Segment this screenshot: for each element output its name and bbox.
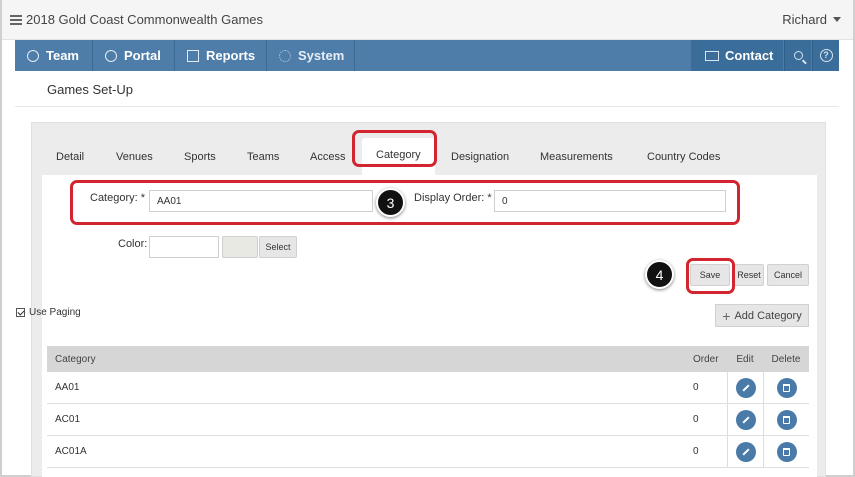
nav-item-label: Team [46,48,79,63]
nav-item-label: Reports [206,48,256,63]
table-row: AC01A 0 [47,436,809,468]
team-icon [27,49,39,62]
tab-sports[interactable]: Sports [184,151,216,163]
add-category-label: Add Category [734,309,802,322]
tab-highlight [352,130,437,167]
search-button[interactable] [784,40,811,71]
help-button[interactable]: ? [812,40,839,71]
app-title-text: 2018 Gold Coast Commonwealth Games [26,12,264,27]
pencil-icon [741,383,750,392]
trash-icon [783,383,790,392]
nav-item-system[interactable]: System [267,40,355,71]
delete-button[interactable] [776,409,797,430]
header-order[interactable]: Order [693,346,719,372]
color-input[interactable] [149,236,219,258]
page-header: Games Set-Up [15,71,839,107]
row-category: AC01A [55,446,87,457]
plus-icon: + [722,307,731,324]
chevron-down-icon [833,17,841,22]
select-color-button[interactable]: Select [259,236,297,258]
header-category[interactable]: Category [55,346,96,372]
nav-item-reports[interactable]: Reports [175,40,267,71]
row-order: 0 [693,446,699,457]
step-4-callout: 4 [645,260,674,289]
page-title: Games Set-Up [47,82,133,97]
search-icon [793,51,803,60]
reset-button[interactable]: Reset [734,264,764,286]
user-menu[interactable]: Richard [782,12,841,27]
trash-icon [783,415,790,424]
row-order: 0 [693,382,699,393]
edit-button[interactable] [735,441,756,462]
row-category: AC01 [55,414,81,425]
tab-country-codes[interactable]: Country Codes [647,151,720,163]
gear-icon [279,49,291,62]
delete-button[interactable] [776,377,797,398]
tab-teams[interactable]: Teams [247,151,279,163]
tab-detail[interactable]: Detail [56,151,84,163]
tab-access[interactable]: Access [310,151,345,163]
app-title: 2018 Gold Coast Commonwealth Games [10,12,263,27]
nav-item-label: Portal [124,48,161,63]
pencil-icon [741,447,750,456]
table-header: Category Order Edit Delete [47,346,809,372]
tab-measurements[interactable]: Measurements [540,151,613,163]
user-name: Richard [782,12,827,27]
main-nav: Team Portal Reports System Contact ? [15,40,839,71]
pencil-icon [741,415,750,424]
nav-item-label: System [298,48,345,63]
globe-icon [105,49,117,62]
tab-venues[interactable]: Venues [116,151,153,163]
category-table: Category Order Edit Delete AA01 0 AC01 0… [47,346,809,468]
fields-highlight [70,180,740,225]
nav-item-team[interactable]: Team [15,40,93,71]
row-order: 0 [693,414,699,425]
step-3-callout: 3 [376,188,405,217]
add-category-button[interactable]: + Add Category [715,304,809,327]
header-edit: Edit [736,353,754,365]
help-icon: ? [819,49,833,62]
delete-cell [763,372,809,403]
nav-item-portal[interactable]: Portal [93,40,175,71]
edit-cell [727,404,763,435]
reports-icon [187,49,199,62]
cancel-button[interactable]: Cancel [767,264,809,286]
contact-button[interactable]: Contact [691,40,783,71]
edit-button[interactable] [735,409,756,430]
edit-button[interactable] [735,377,756,398]
trash-icon [783,447,790,456]
contact-label: Contact [725,48,774,63]
menu-icon[interactable] [10,14,22,25]
edit-cell [727,372,763,403]
color-label: Color: [118,238,148,250]
save-highlight [686,258,735,294]
delete-cell [763,404,809,435]
table-row: AA01 0 [47,372,809,404]
use-paging[interactable]: Use Paging [16,307,81,318]
top-bar: 2018 Gold Coast Commonwealth Games Richa… [2,0,853,40]
color-swatch[interactable] [222,236,258,258]
mail-icon [705,50,719,61]
row-category: AA01 [55,382,80,393]
use-paging-checkbox[interactable] [16,308,25,317]
tab-designation[interactable]: Designation [451,151,509,163]
edit-cell [727,436,763,467]
delete-cell [763,436,809,467]
delete-button[interactable] [776,441,797,462]
table-row: AC01 0 [47,404,809,436]
header-delete: Delete [771,353,801,365]
use-paging-label: Use Paging [29,307,81,318]
